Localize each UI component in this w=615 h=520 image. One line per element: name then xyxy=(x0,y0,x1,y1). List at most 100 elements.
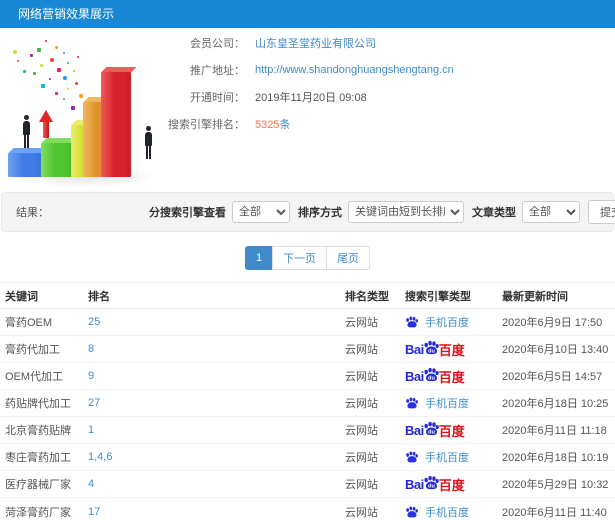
header-engine-type: 搜索引擎类型 xyxy=(405,290,471,303)
engine-filter-select[interactable]: 全部 xyxy=(232,201,290,223)
baidu-logo: Bai du 百度 xyxy=(405,475,502,494)
table-row: 枣庄膏药加工 1,4,6 云网站 手机百度 2020年6月18日 10:19 xyxy=(0,444,615,471)
engine-cell: 手机百度 xyxy=(405,395,502,411)
company-link[interactable]: 山东皇圣堂药业有限公司 xyxy=(255,35,376,51)
rank-link[interactable]: 8 xyxy=(88,343,345,355)
keyword-cell: OEM代加工 xyxy=(5,371,64,383)
open-time-label: 开通时间： xyxy=(190,91,245,104)
rank-link[interactable]: 4 xyxy=(88,478,345,490)
keyword-cell: 北京膏药贴牌 xyxy=(5,425,71,437)
submit-button[interactable]: 提交 xyxy=(588,200,615,224)
table-row: OEM代加工 9 云网站 Bai du 百度 2020年6月5日 14:57 xyxy=(0,363,615,390)
result-label: 结果： xyxy=(16,207,49,219)
info-row-url: 推广地址： http://www.shandonghuangshengtang.… xyxy=(0,56,615,83)
pagination: 1 下一页 尾页 xyxy=(0,246,615,270)
info-row-company: 会员公司： 山东皇圣堂药业有限公司 xyxy=(0,29,615,56)
engine-cell: Bai du 百度 xyxy=(405,340,502,359)
info-row-rank-count: 搜索引擎排名： 5325条 xyxy=(0,110,615,137)
rank-count-value: 5325条 xyxy=(255,116,290,132)
sort-filter-select[interactable]: 关键词由短到长排序 xyxy=(348,201,464,223)
rank-link[interactable]: 17 xyxy=(88,506,345,518)
rank-link[interactable]: 9 xyxy=(88,370,345,382)
updated-cell: 2020年6月5日 14:57 xyxy=(502,371,603,383)
baidu-paw-icon: du xyxy=(423,339,440,356)
company-label: 会员公司： xyxy=(190,37,245,50)
updated-cell: 2020年6月10日 13:40 xyxy=(502,344,609,356)
filter-bar: 结果： 分搜索引擎查看 全部 排序方式 关键词由短到长排序 文章类型 全部 提交 xyxy=(1,192,615,232)
table-body: 膏药OEM 25 云网站 手机百度 2020年6月9日 17:50 膏药代加工 … xyxy=(0,309,615,520)
mobile-baidu-paw-icon xyxy=(405,315,420,329)
table-row: 膏药OEM 25 云网站 手机百度 2020年6月9日 17:50 xyxy=(0,309,615,336)
info-section: 会员公司： 山东皇圣堂药业有限公司 推广地址： http://www.shand… xyxy=(0,28,615,192)
filter-group: 分搜索引擎查看 全部 排序方式 关键词由短到长排序 文章类型 全部 提交 xyxy=(141,200,615,224)
table-row: 膏药代加工 8 云网站 Bai du 百度 2020年6月10日 13:40 xyxy=(0,336,615,363)
rank-type-cell: 云网站 xyxy=(345,371,378,383)
rank-count-number: 5325 xyxy=(255,118,280,131)
rank-type-cell: 云网站 xyxy=(345,344,378,356)
sort-filter-label: 排序方式 xyxy=(298,207,342,219)
table-row: 医疗器械厂家 4 云网站 Bai du 百度 2020年5月29日 10:32 xyxy=(0,471,615,498)
engine-cell: Bai du 百度 xyxy=(405,475,502,494)
keyword-cell: 膏药代加工 xyxy=(5,344,60,356)
chart-bar xyxy=(41,143,73,177)
keyword-cell: 枣庄膏药加工 xyxy=(5,452,71,464)
page-1-button[interactable]: 1 xyxy=(244,246,274,270)
rank-type-cell: 云网站 xyxy=(345,506,378,519)
info-rows: 会员公司： 山东皇圣堂药业有限公司 推广地址： http://www.shand… xyxy=(0,29,615,137)
engine-cell: Bai du 百度 xyxy=(405,421,502,440)
article-type-select[interactable]: 全部 xyxy=(522,201,580,223)
keyword-cell: 医疗器械厂家 xyxy=(5,479,71,491)
mobile-baidu-logo: 手机百度 xyxy=(405,314,502,330)
table-header-row: 关键词 排名 排名类型 搜索引擎类型 最新更新时间 xyxy=(0,283,615,309)
rank-count-suffix[interactable]: 条 xyxy=(279,119,290,131)
updated-cell: 2020年6月11日 11:18 xyxy=(502,425,607,437)
rank-link[interactable]: 1,4,6 xyxy=(88,451,345,463)
table-row: 北京膏药贴牌 1 云网站 Bai du 百度 2020年6月11日 11:18 xyxy=(0,417,615,444)
updated-cell: 2020年6月18日 10:25 xyxy=(502,398,609,410)
results-table: 关键词 排名 排名类型 搜索引擎类型 最新更新时间 膏药OEM 25 云网站 手… xyxy=(0,282,615,520)
updated-cell: 2020年5月29日 10:32 xyxy=(502,479,609,491)
keyword-cell: 药贴牌代加工 xyxy=(5,398,71,410)
next-page-button[interactable]: 下一页 xyxy=(272,246,328,270)
mobile-baidu-logo: 手机百度 xyxy=(405,449,502,465)
rank-link[interactable]: 1 xyxy=(88,424,345,436)
baidu-paw-icon: du xyxy=(423,474,440,491)
promo-url-link[interactable]: http://www.shandonghuangshengtang.cn xyxy=(255,64,454,76)
engine-cell: 手机百度 xyxy=(405,504,502,520)
engine-filter-label: 分搜索引擎查看 xyxy=(149,207,226,219)
header-rank: 排名 xyxy=(88,290,110,303)
open-time-value: 2019年11月20日 09:08 xyxy=(255,91,367,104)
rank-type-cell: 云网站 xyxy=(345,398,378,410)
baidu-logo: Bai du 百度 xyxy=(405,367,502,386)
header-updated: 最新更新时间 xyxy=(502,290,568,303)
header-rank-type: 排名类型 xyxy=(345,290,389,303)
mobile-baidu-paw-icon xyxy=(405,505,420,519)
svg-text:du: du xyxy=(428,429,435,435)
rank-type-cell: 云网站 xyxy=(345,425,378,437)
mobile-baidu-logo: 手机百度 xyxy=(405,504,502,520)
rank-link[interactable]: 27 xyxy=(88,397,345,409)
baidu-paw-icon: du xyxy=(423,420,440,437)
table-row: 药贴牌代加工 27 云网站 手机百度 2020年6月18日 10:25 xyxy=(0,390,615,417)
engine-cell: 手机百度 xyxy=(405,314,502,330)
keyword-cell: 膏药OEM xyxy=(5,317,53,329)
promo-url-label: 推广地址： xyxy=(190,64,245,77)
rank-count-label: 搜索引擎排名： xyxy=(168,118,245,131)
article-type-label: 文章类型 xyxy=(472,207,516,219)
mobile-baidu-paw-icon xyxy=(405,396,420,410)
mobile-baidu-logo: 手机百度 xyxy=(405,395,502,411)
header-keyword: 关键词 xyxy=(5,290,38,303)
table-row: 菏泽膏药厂家 17 云网站 手机百度 2020年6月11日 11:40 xyxy=(0,498,615,520)
keyword-cell: 菏泽膏药厂家 xyxy=(5,506,71,519)
updated-cell: 2020年6月11日 11:40 xyxy=(502,506,607,519)
info-row-opened: 开通时间： 2019年11月20日 09:08 xyxy=(0,83,615,110)
last-page-button[interactable]: 尾页 xyxy=(326,246,371,270)
rank-type-cell: 云网站 xyxy=(345,317,378,329)
rank-type-cell: 云网站 xyxy=(345,479,378,491)
baidu-logo: Bai du 百度 xyxy=(405,421,502,440)
page: 网络营销效果展示 会员公司： 山东皇圣堂药业有限公司 推广地址： http://… xyxy=(0,0,615,520)
rank-link[interactable]: 25 xyxy=(88,316,345,328)
engine-cell: 手机百度 xyxy=(405,449,502,465)
baidu-paw-icon: du xyxy=(423,366,440,383)
svg-text:du: du xyxy=(428,375,435,381)
